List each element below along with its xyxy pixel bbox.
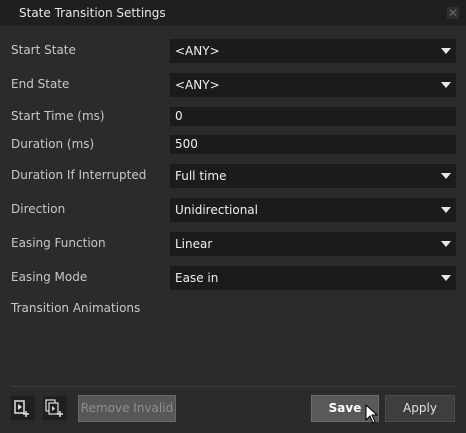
easing-mode-value: Ease in (175, 271, 219, 285)
end-state-label: End State (11, 77, 70, 91)
duration-if-interrupted-dropdown[interactable]: Full time (170, 164, 456, 188)
title-bar: State Transition Settings ✕ (0, 0, 466, 26)
duration-value: 500 (175, 137, 198, 151)
direction-value: Unidirectional (175, 203, 258, 217)
start-time-input[interactable]: 0 (170, 107, 456, 126)
chevron-down-icon (441, 48, 451, 54)
end-state-row: End State <ANY> (0, 73, 466, 97)
dialog-title: State Transition Settings (19, 6, 166, 20)
add-multiple-animations-button[interactable] (43, 396, 67, 420)
add-multiple-animations-icon (45, 399, 63, 417)
chevron-down-icon (441, 207, 451, 213)
end-state-value: <ANY> (175, 78, 220, 92)
easing-mode-label: Easing Mode (11, 270, 88, 284)
duration-if-interrupted-value: Full time (175, 169, 227, 183)
direction-label: Direction (11, 202, 66, 216)
start-time-row: Start Time (ms) 0 (0, 105, 466, 129)
start-time-label: Start Time (ms) (11, 109, 105, 123)
direction-row: Direction Unidirectional (0, 198, 466, 222)
direction-dropdown[interactable]: Unidirectional (170, 198, 456, 222)
mouse-cursor-icon (365, 404, 379, 424)
duration-if-interrupted-row: Duration If Interrupted Full time (0, 164, 466, 188)
chevron-down-icon (441, 241, 451, 247)
easing-mode-dropdown[interactable]: Ease in (170, 266, 456, 290)
add-animation-button[interactable] (11, 396, 35, 420)
transition-animations-label: Transition Animations (11, 301, 141, 315)
duration-if-interrupted-label: Duration If Interrupted (11, 168, 147, 182)
footer-divider (11, 386, 455, 387)
easing-function-label: Easing Function (11, 236, 106, 250)
chevron-down-icon (441, 275, 451, 281)
start-state-dropdown[interactable]: <ANY> (170, 39, 456, 63)
start-state-label: Start State (11, 43, 76, 57)
easing-function-dropdown[interactable]: Linear (170, 232, 456, 256)
start-time-value: 0 (175, 109, 183, 123)
close-icon[interactable]: ✕ (447, 7, 459, 19)
end-state-dropdown[interactable]: <ANY> (170, 73, 456, 97)
easing-mode-row: Easing Mode Ease in (0, 266, 466, 290)
apply-button[interactable]: Apply (385, 395, 455, 422)
start-state-row: Start State <ANY> (0, 39, 466, 63)
duration-row: Duration (ms) 500 (0, 133, 466, 157)
duration-input[interactable]: 500 (170, 135, 456, 154)
duration-label: Duration (ms) (11, 137, 95, 151)
easing-function-value: Linear (175, 237, 213, 251)
start-state-value: <ANY> (175, 44, 220, 58)
chevron-down-icon (441, 173, 451, 179)
add-animation-icon (14, 400, 29, 417)
remove-invalid-button[interactable]: Remove Invalid (78, 395, 176, 422)
easing-function-row: Easing Function Linear (0, 232, 466, 256)
chevron-down-icon (441, 82, 451, 88)
